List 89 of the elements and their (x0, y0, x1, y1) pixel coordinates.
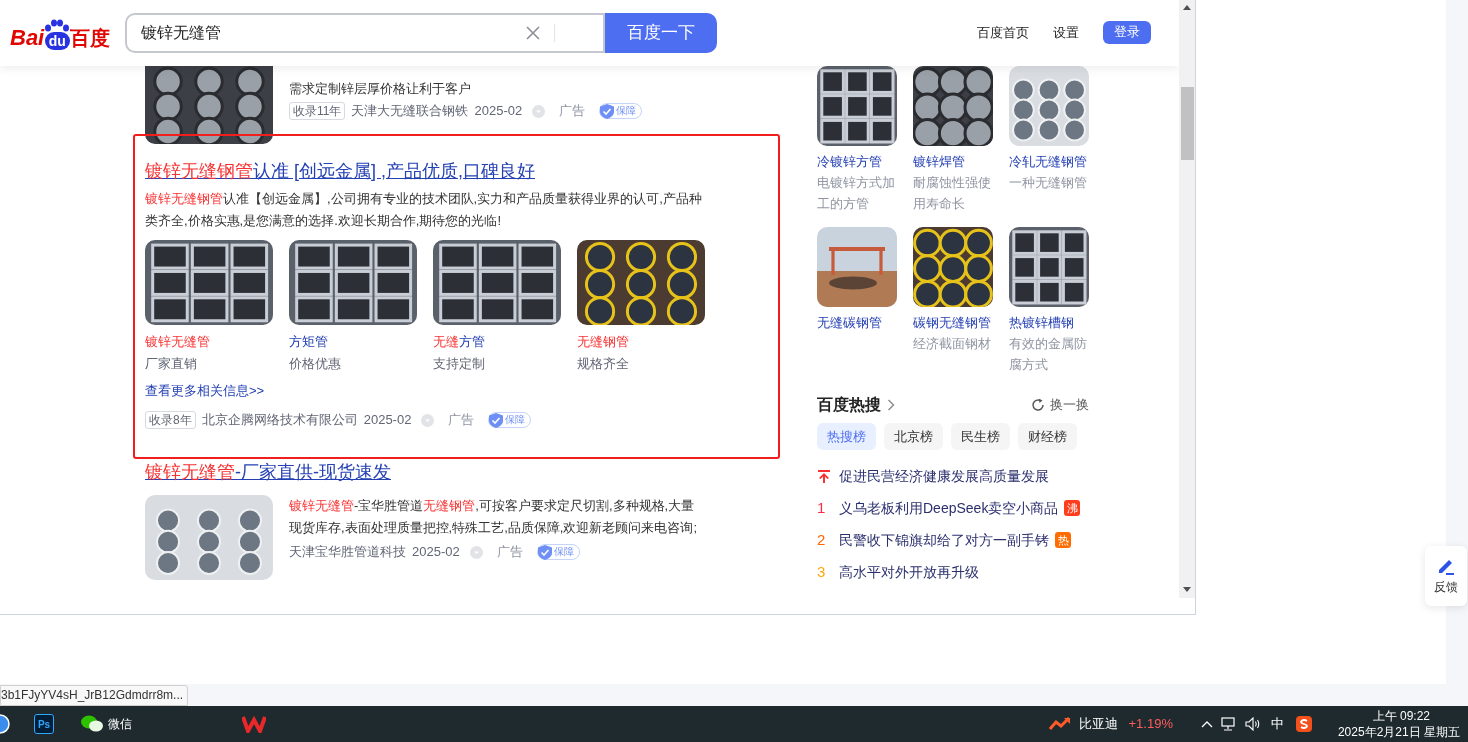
related-title[interactable]: 碳钢无缝钢管 (913, 312, 993, 333)
related-title[interactable]: 镀锌焊管 (913, 151, 993, 172)
related-caption: 耐腐蚀性强使用寿命长 (913, 174, 992, 213)
browser-icon[interactable] (0, 714, 10, 734)
photoshop-icon[interactable]: Ps (34, 714, 54, 734)
shield-icon (600, 103, 615, 119)
refresh-icon[interactable] (1031, 398, 1045, 412)
guarantee-label: 保障 (553, 547, 574, 557)
related-caption: 经济截面钢材 (913, 335, 992, 353)
gallery-item-title[interactable]: 方矩管 (289, 332, 417, 352)
chevron-up-icon[interactable] (1200, 720, 1213, 728)
input-method[interactable]: 中 (1270, 714, 1284, 734)
ad-label: 广告 (496, 543, 523, 562)
stock-change: +1.19% (1128, 715, 1173, 734)
related-title[interactable]: 冷轧无缝钢管 (1009, 151, 1089, 172)
hot-search-title[interactable]: 百度热搜 (817, 393, 881, 417)
shield-icon (537, 544, 552, 560)
feedback-button[interactable]: 反馈 (1425, 546, 1467, 606)
status-url: 3b1FJyYV4sH_JrB12Gdmdrr8m... (0, 685, 188, 706)
hot-search-item[interactable]: 民警收下锦旗却给了对方一副手铐 (839, 529, 1049, 551)
rank-number: 2 (817, 529, 826, 550)
hot-tag: 沸 (1064, 500, 1081, 516)
stock-chart-icon[interactable] (1049, 717, 1072, 731)
guarantee-label: 保障 (616, 106, 637, 116)
result-description: 镀锌无缝钢管认准【创远金属】,公司拥有专业的技术团队,实力和产品质量获得业界的认可,产品种类齐全,价格实惠,是您满意的选择.欢迎长期合作,期待您的光临! (145, 190, 703, 230)
result-date: 2025-02 (363, 411, 412, 430)
related-caption: 一种无缝钢管 (1009, 174, 1088, 192)
nav-link[interactable]: 设置 (1053, 23, 1079, 43)
indexed-tag: 收录8年 (145, 411, 196, 429)
source-name[interactable]: 天津大无缝联合钢铁 (351, 101, 469, 121)
search-button[interactable]: 百度一下 (605, 13, 718, 53)
rank-number: 3 (817, 561, 826, 582)
feedback-label: 反馈 (1434, 579, 1458, 596)
result-date: 2025-02 (474, 102, 523, 121)
hot-search-item[interactable]: 高水平对外开放再升级 (839, 561, 979, 583)
ranking-tab[interactable]: 热搜榜 (817, 423, 876, 450)
scroll-up-icon[interactable] (1183, 5, 1191, 10)
clock-time[interactable]: 上午 09:22 (1372, 708, 1430, 724)
chat-bubbles-icon[interactable] (80, 714, 104, 734)
result-description: 镀锌无缝管-宝华胜管道无缝钢管,可按客户要求定尺切割,多种规格,大量现货库存,表面处理质量把控,特殊工艺,品质保障,欢迎新老顾问来电咨询; (289, 497, 699, 537)
sogou-icon[interactable] (1295, 716, 1312, 732)
ranking-tab[interactable]: 财经榜 (1018, 423, 1077, 450)
shield-icon (489, 412, 504, 428)
gallery-item-title[interactable]: 无缝钢管 (577, 332, 705, 352)
more-info-link[interactable]: 查看更多相关信息>> (145, 381, 265, 401)
refresh-button[interactable]: 换一换 (1050, 395, 1089, 415)
ad-label: 广告 (559, 102, 586, 121)
gallery-item-caption: 规格齐全 (577, 355, 630, 373)
gallery-item-caption: 支持定制 (433, 355, 486, 373)
ranking-tab[interactable]: 民生榜 (951, 423, 1010, 450)
related-title[interactable]: 热镀锌槽钢 (1009, 312, 1089, 333)
gallery-item-title[interactable]: 无缝方管 (433, 332, 561, 352)
result-date: 2025-02 (412, 543, 460, 562)
logo-badge[interactable]: du (44, 31, 70, 50)
gallery-item-title[interactable]: 镀锌无缝管 (145, 332, 273, 352)
rank-number: 1 (817, 497, 826, 518)
ad-label: 广告 (448, 411, 475, 430)
login-button[interactable]: 登录 (1103, 20, 1151, 44)
gallery-item-caption: 价格优惠 (289, 355, 342, 373)
hot-tag: 热 (1055, 532, 1071, 548)
related-caption: 有效的金属防腐方式 (1009, 335, 1088, 374)
speaker-icon[interactable] (1244, 717, 1261, 731)
result-description: 需求定制锌层厚价格让利于客户 (289, 80, 472, 98)
stock-name[interactable]: 比亚迪 (1079, 714, 1119, 734)
related-title[interactable]: 无缝碳钢管 (817, 312, 897, 333)
taskbar-app-label[interactable]: 微信 (108, 715, 132, 733)
ranking-tab[interactable]: 北京榜 (884, 423, 943, 450)
chevron-right-icon[interactable] (887, 399, 895, 411)
related-title[interactable]: 冷镀锌方管 (817, 151, 897, 172)
nav-link[interactable]: 百度首页 (977, 23, 1029, 43)
indexed-tag: 收录11年 (289, 102, 346, 120)
network-icon[interactable] (1220, 717, 1237, 731)
gallery-item-caption: 厂家直销 (145, 355, 198, 373)
logo-text[interactable]: Bai (10, 25, 45, 50)
guarantee-label: 保障 (505, 415, 526, 425)
scrollbar-thumb[interactable] (1180, 87, 1194, 160)
source-name[interactable]: 天津宝华胜管道科技 (289, 542, 406, 562)
search-field[interactable]: 镀锌无缝管 (125, 13, 606, 53)
logo-text[interactable]: 百度 (70, 25, 111, 50)
related-caption: 电镀锌方式加工的方管 (817, 174, 896, 213)
close-icon[interactable] (526, 26, 541, 40)
scroll-down-icon[interactable] (1183, 587, 1191, 592)
paw-icon (44, 18, 71, 32)
hot-search-item[interactable]: 义乌老板利用DeepSeek卖空小商品 (839, 497, 1059, 519)
wps-icon[interactable] (242, 715, 266, 733)
hot-search-item[interactable]: 促进民营经济健康发展高质量发展 (839, 465, 1049, 487)
source-name[interactable]: 北京企腾网络技术有限公司 (201, 410, 358, 430)
scrollbar[interactable] (1179, 0, 1195, 598)
clock-date[interactable]: 2025年2月21日 星期五 (1337, 724, 1460, 740)
